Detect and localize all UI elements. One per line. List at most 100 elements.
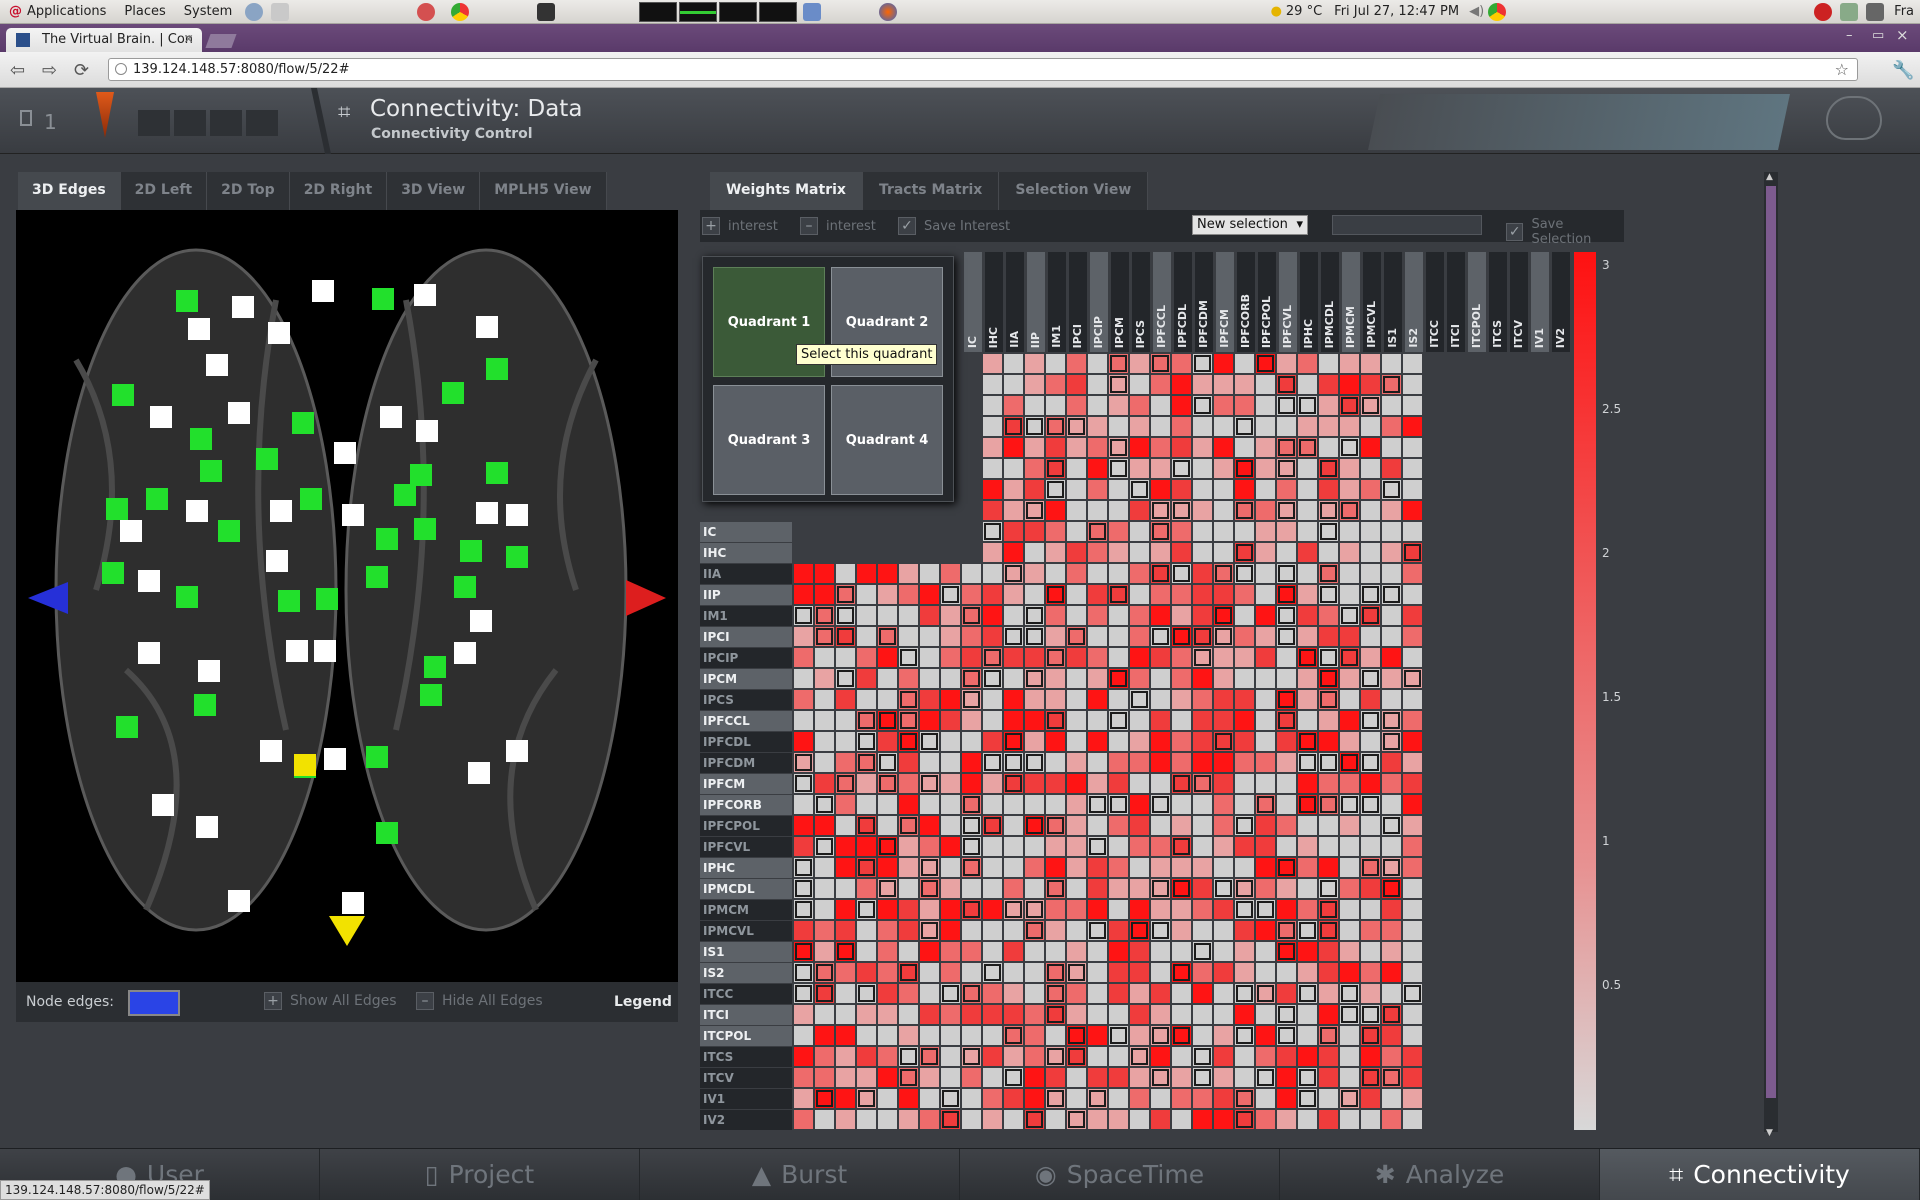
matrix-cell[interactable] [1151,1068,1170,1087]
matrix-cell[interactable] [1403,1068,1422,1087]
brain-node[interactable] [268,322,290,344]
matrix-cell[interactable] [1004,459,1023,478]
matrix-cell[interactable] [1193,984,1212,1003]
column-header[interactable]: IPFCM [1216,252,1235,352]
matrix-cell[interactable] [878,774,897,793]
brain-node[interactable] [286,640,308,662]
brain-node[interactable] [150,406,172,428]
matrix-cell[interactable] [899,585,918,604]
matrix-cell[interactable] [1004,1005,1023,1024]
matrix-cell[interactable] [1298,711,1317,730]
matrix-cell[interactable] [1172,375,1191,394]
matrix-cell[interactable] [1319,1047,1338,1066]
matrix-cell[interactable] [1403,1005,1422,1024]
matrix-cell[interactable] [1130,480,1149,499]
matrix-cell[interactable] [1025,858,1044,877]
matrix-cell[interactable] [983,375,1002,394]
matrix-cell[interactable] [1382,795,1401,814]
matrix-cell[interactable] [1004,417,1023,436]
matrix-cell[interactable] [1277,711,1296,730]
matrix-cell[interactable] [983,942,1002,961]
matrix-cell[interactable] [1130,354,1149,373]
matrix-cell[interactable] [962,627,981,646]
matrix-cell[interactable] [1319,501,1338,520]
new-tab-button[interactable] [205,34,237,48]
matrix-cell[interactable] [1151,564,1170,583]
matrix-cell[interactable] [1193,648,1212,667]
matrix-cell[interactable] [1193,711,1212,730]
matrix-cell[interactable] [1235,690,1254,709]
matrix-cell[interactable] [1382,417,1401,436]
matrix-cell[interactable] [1151,627,1170,646]
matrix-cell[interactable] [1382,522,1401,541]
brain-node[interactable] [486,358,508,380]
matrix-cell[interactable] [836,690,855,709]
row-label[interactable]: IPFCCL [700,711,792,731]
matrix-cell[interactable] [1361,564,1380,583]
matrix-cell[interactable] [1256,522,1275,541]
matrix-cell[interactable] [1151,858,1170,877]
matrix-cell[interactable] [920,795,939,814]
matrix-cell[interactable] [1193,816,1212,835]
brain-node[interactable] [506,504,528,526]
matrix-cell[interactable] [794,732,813,751]
matrix-cell[interactable] [1214,795,1233,814]
matrix-cell[interactable] [1109,879,1128,898]
applications-menu[interactable]: @ Applications [0,0,115,24]
matrix-cell[interactable] [1298,732,1317,751]
matrix-cell[interactable] [1130,774,1149,793]
matrix-cell[interactable] [1256,669,1275,688]
brain-node[interactable] [334,442,356,464]
matrix-cell[interactable] [962,837,981,856]
matrix-cell[interactable] [1340,480,1359,499]
matrix-cell[interactable] [1193,858,1212,877]
matrix-cell[interactable] [1214,879,1233,898]
matrix-cell[interactable] [1256,501,1275,520]
matrix-cell[interactable] [857,816,876,835]
brain-node[interactable] [460,540,482,562]
matrix-cell[interactable] [815,585,834,604]
matrix-cell[interactable] [1109,1089,1128,1108]
matrix-cell[interactable] [836,627,855,646]
row-label[interactable]: IPFCORB [700,795,792,815]
matrix-cell[interactable] [1382,459,1401,478]
matrix-cell[interactable] [1403,354,1422,373]
matrix-cell[interactable] [1004,438,1023,457]
matrix-cell[interactable] [1235,879,1254,898]
matrix-cell[interactable] [1403,1089,1422,1108]
matrix-cell[interactable] [857,627,876,646]
matrix-cell[interactable] [857,984,876,1003]
brain-node[interactable] [176,290,198,312]
brain-node[interactable] [196,816,218,838]
matrix-cell[interactable] [857,753,876,772]
matrix-cell[interactable] [1214,921,1233,940]
matrix-cell[interactable] [1088,543,1107,562]
matrix-cell[interactable] [1256,858,1275,877]
matrix-cell[interactable] [1130,564,1149,583]
matrix-cell[interactable] [1277,543,1296,562]
row-label[interactable]: IPCM [700,669,792,689]
matrix-cell[interactable] [1214,669,1233,688]
matrix-cell[interactable] [815,564,834,583]
matrix-cell[interactable] [1298,459,1317,478]
matrix-cell[interactable] [878,1005,897,1024]
matrix-cell[interactable] [899,816,918,835]
matrix-cell[interactable] [1256,942,1275,961]
matrix-cell[interactable] [1256,963,1275,982]
matrix-cell[interactable] [983,1026,1002,1045]
matrix-cell[interactable] [983,501,1002,520]
matrix-cell[interactable] [1172,459,1191,478]
matrix-cell[interactable] [1130,522,1149,541]
matrix-cell[interactable] [1256,816,1275,835]
matrix-cell[interactable] [1109,984,1128,1003]
matrix-cell[interactable] [1214,837,1233,856]
matrix-cell[interactable] [1067,963,1086,982]
matrix-cell[interactable] [1088,585,1107,604]
matrix-cell[interactable] [1067,396,1086,415]
matrix-cell[interactable] [1319,795,1338,814]
matrix-cell[interactable] [1046,501,1065,520]
matrix-cell[interactable] [983,837,1002,856]
matrix-cell[interactable] [1340,942,1359,961]
matrix-cell[interactable] [1025,648,1044,667]
matrix-cell[interactable] [1403,438,1422,457]
